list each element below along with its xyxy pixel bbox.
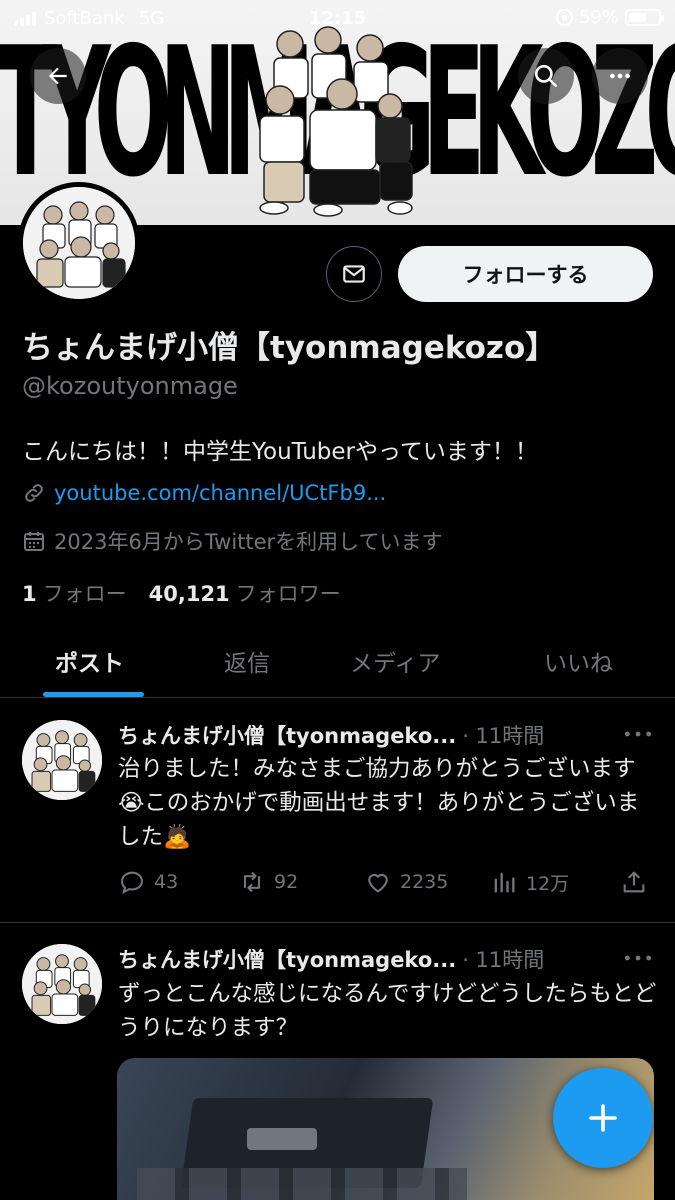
follow-button[interactable]: フォローする <box>398 246 653 302</box>
analytics-icon <box>494 872 515 893</box>
like-count: 2235 <box>400 871 449 893</box>
arrow-left-icon <box>48 67 67 85</box>
reply-count: 43 <box>154 871 179 893</box>
active-tab-indicator <box>43 692 144 697</box>
tab-replies[interactable]: 返信 <box>224 644 270 678</box>
post-text: ずっとこんな感じになるんですけどどうしたらもとどうりになります？ <box>118 981 657 1041</box>
repost-button[interactable]: 92 <box>238 868 298 896</box>
share-button[interactable] <box>620 868 648 896</box>
banner-illustration <box>259 26 413 217</box>
search-button[interactable] <box>518 48 574 104</box>
views-button[interactable]: 12万 <box>490 868 569 896</box>
post-more-icon[interactable] <box>622 948 654 968</box>
followers-link[interactable]: 40,121 フォロワー <box>149 578 341 608</box>
following-link[interactable]: 1 フォロー <box>22 578 127 608</box>
back-button[interactable] <box>30 48 86 104</box>
follow-counts: 1 フォロー 40,121 フォロワー <box>22 578 341 608</box>
profile-avatar[interactable] <box>18 182 140 304</box>
compose-button[interactable] <box>553 1068 653 1168</box>
following-label: フォロー <box>42 582 127 606</box>
repost-count: 92 <box>274 871 299 893</box>
following-count: 1 <box>22 582 37 606</box>
share-icon <box>623 871 645 893</box>
post-text: 治りました！みなさまご協力ありがとうございます😭このおかげで動画出せます！ありが… <box>118 756 640 850</box>
status-right: 59% <box>555 7 664 28</box>
tab-posts[interactable]: ポスト <box>55 644 124 678</box>
status-bar: SoftBank 5G 12:15 59% <box>0 0 675 36</box>
joined-row: 2023年6月からTwitterを利用しています <box>22 526 443 556</box>
followers-count: 40,121 <box>148 582 230 606</box>
post-time[interactable]: · 11時間 <box>462 720 544 750</box>
like-button[interactable]: 2235 <box>364 868 448 896</box>
post-author[interactable]: ちょんまげ小僧【tyonmageko... <box>118 944 456 974</box>
followers-label: フォロワー <box>235 582 341 606</box>
media-content <box>247 1128 317 1150</box>
reply-icon <box>121 871 143 894</box>
rotation-lock-icon <box>555 9 573 26</box>
envelope-icon <box>343 265 365 283</box>
avatar-image <box>22 944 102 1024</box>
post-actions: 43 92 2235 12万 <box>118 868 658 898</box>
profile-name: ちょんまげ小僧【tyonmagekozo】 <box>22 330 557 366</box>
reply-button[interactable]: 43 <box>118 868 178 896</box>
profile-link[interactable]: youtube.com/channel/UCtFb9... <box>54 481 386 505</box>
post-time[interactable]: · 11時間 <box>462 944 544 974</box>
battery-percent: 59% <box>578 7 619 28</box>
tab-likes[interactable]: いいね <box>544 644 613 678</box>
post-author[interactable]: ちょんまげ小僧【tyonmageko... <box>118 720 456 750</box>
search-icon <box>534 64 558 88</box>
post-more-icon[interactable] <box>622 724 654 744</box>
post-avatar[interactable] <box>22 720 102 800</box>
media-content <box>137 1168 467 1200</box>
avatar-image <box>23 187 135 299</box>
link-icon <box>25 484 43 502</box>
battery-icon <box>625 9 664 26</box>
more-horizontal-icon <box>610 73 630 79</box>
tab-media[interactable]: メディア <box>350 644 440 678</box>
battery-fill <box>629 13 646 22</box>
views-count: 12万 <box>526 872 570 895</box>
post-item[interactable]: ちょんまげ小僧【tyonmageko... · 11時間 治りました！みなさまご… <box>0 698 675 922</box>
plus-icon <box>589 1104 617 1132</box>
profile-link-row[interactable]: youtube.com/channel/UCtFb9... <box>22 481 386 505</box>
profile-bio: こんにちは！！中学生YouTuberやっています！！ <box>22 439 538 465</box>
joined-date: 2023年6月からTwitterを利用しています <box>54 530 443 554</box>
message-button[interactable] <box>326 246 382 302</box>
post-header: ちょんまげ小僧【tyonmageko... · 11時間 <box>118 944 544 974</box>
profile-tabs: ポスト 返信 メディア いいね <box>0 626 675 698</box>
more-button[interactable] <box>592 48 648 104</box>
profile-handle: @kozoutyonmage <box>22 372 238 400</box>
avatar-image <box>22 720 102 800</box>
calendar-icon <box>24 532 44 551</box>
post-header: ちょんまげ小僧【tyonmageko... · 11時間 <box>118 720 544 750</box>
post-avatar[interactable] <box>22 944 102 1024</box>
repost-icon <box>243 871 261 893</box>
heart-icon <box>368 873 388 893</box>
